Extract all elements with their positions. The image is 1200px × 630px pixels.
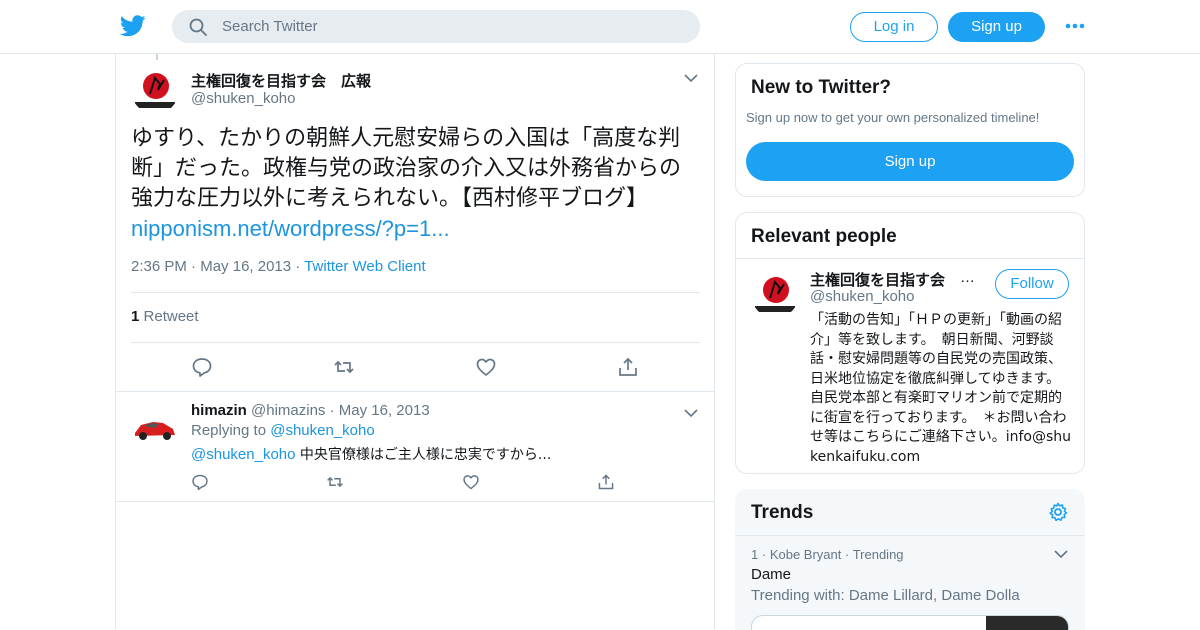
reply-date[interactable]: May 16, 2013	[339, 402, 430, 419]
person-handle[interactable]: @shuken_koho	[810, 288, 914, 305]
tweet-time[interactable]: 2:36 PM	[131, 258, 187, 275]
reply-tweet[interactable]: himazin @himazins · May 16, 2013 Replyin…	[116, 391, 714, 502]
retweet-icon[interactable]	[333, 356, 355, 378]
avatar[interactable]	[751, 270, 799, 318]
reply-author-name[interactable]: himazin	[191, 402, 247, 419]
thread-connector	[156, 54, 158, 60]
person-name[interactable]: 主権回復を目指す会	[810, 269, 980, 290]
search-input[interactable]	[222, 10, 682, 43]
tweet-body: ゆすり、たかりの朝鮮人元慰安婦らの入国は「高度な判断」だった。政権与党の政治家の…	[131, 126, 682, 211]
tweet-date[interactable]: May 16, 2013	[200, 258, 291, 275]
replying-to-label: Replying to	[191, 422, 267, 439]
trend-name[interactable]: Dame	[751, 566, 791, 583]
meta-separator: ·	[191, 258, 201, 275]
tweet-source-link[interactable]: Twitter Web Client	[304, 258, 425, 275]
chevron-down-icon[interactable]	[684, 73, 698, 83]
trend-thumbnail	[986, 616, 1068, 630]
signup-card-title: New to Twitter?	[751, 77, 892, 98]
tweet-stats[interactable]: 1 Retweet	[131, 308, 199, 325]
top-bar: Log in Sign up	[0, 0, 1200, 54]
reply-icon[interactable]	[191, 356, 213, 378]
meta-separator: ·	[844, 547, 853, 562]
trends-card: Trends 1 · Kobe Bryant · Trending Dame T…	[735, 489, 1085, 630]
red-car-icon	[131, 403, 179, 451]
retweet-count-label: Retweet	[143, 308, 199, 325]
trend-rank: 1	[751, 547, 759, 562]
search-bar	[172, 10, 700, 43]
like-icon[interactable]	[462, 473, 480, 491]
trends-title: Trends	[751, 502, 814, 523]
divider	[735, 535, 1085, 536]
more-icon[interactable]	[1064, 18, 1086, 34]
follow-button[interactable]: Follow	[995, 269, 1069, 299]
reply-body: 中央官僚様はご主人様に忠実ですから...	[299, 447, 552, 463]
retweet-icon[interactable]	[326, 473, 344, 491]
tweet-author-name[interactable]: 主権回復を目指す会 広報	[191, 70, 371, 91]
tweet-metadata: 2:36 PM · May 16, 2013 · Twitter Web Cli…	[131, 258, 426, 275]
avatar[interactable]	[131, 66, 179, 114]
gear-icon[interactable]	[1048, 502, 1068, 522]
relevant-people-title: Relevant people	[751, 226, 897, 247]
main-timeline: 主権回復を目指す会 広報 @shuken_koho ゆすり、たかりの朝鮮人元慰安…	[115, 54, 715, 630]
chevron-down-icon[interactable]	[1054, 549, 1068, 559]
replying-to-handle[interactable]: @shuken_koho	[270, 422, 374, 439]
tweet-link[interactable]: nipponism.net/wordpress/?p=1...	[131, 216, 450, 241]
divider	[131, 342, 700, 343]
share-icon[interactable]	[617, 356, 639, 378]
signup-card: New to Twitter? Sign up now to get your …	[735, 63, 1085, 197]
meta-separator: ·	[761, 547, 770, 562]
org-logo-icon	[751, 270, 799, 318]
search-icon	[189, 18, 207, 36]
trend-trending-with: Trending with: Dame Lillard, Dame Dolla	[751, 587, 1020, 604]
reply-mention[interactable]: @shuken_koho	[191, 446, 295, 463]
signup-card-button[interactable]: Sign up	[746, 142, 1074, 181]
person-name-ellipsis: …	[960, 269, 975, 286]
divider	[131, 292, 700, 293]
reply-author-handle[interactable]: @himazins	[251, 402, 325, 419]
like-icon[interactable]	[475, 356, 497, 378]
share-icon[interactable]	[597, 473, 615, 491]
trend-context: Kobe Bryant	[769, 547, 842, 562]
trend-media-card[interactable]	[751, 615, 1069, 630]
avatar[interactable]	[131, 403, 179, 451]
tweet-text: ゆすり、たかりの朝鮮人元慰安婦らの入国は「高度な判断」だった。政権与党の政治家の…	[131, 124, 701, 245]
person-bio: 「活動の告知」「ＨＰの更新」「動画の紹介」等を致します。 朝日新聞、河野談話・慰…	[810, 312, 1072, 465]
reply-text: @shuken_koho 中央官僚様はご主人様に忠実ですから...	[191, 444, 551, 464]
chevron-down-icon[interactable]	[684, 408, 698, 418]
twitter-bird-icon[interactable]	[120, 14, 146, 38]
signup-card-subtitle: Sign up now to get your own personalized…	[746, 110, 1040, 125]
tweet-author-handle[interactable]: @shuken_koho	[191, 90, 295, 107]
trend-status: Trending	[852, 547, 904, 562]
reply-icon[interactable]	[191, 473, 209, 491]
signup-button[interactable]: Sign up	[948, 12, 1045, 42]
retweet-count: 1	[131, 308, 140, 325]
relevant-people-card: Relevant people 主権回復を目指す会 … @shuken_koho…	[735, 212, 1085, 474]
login-button[interactable]: Log in	[850, 12, 938, 42]
divider	[736, 258, 1084, 259]
meta-separator: ·	[329, 402, 339, 419]
reply-header: himazin @himazins · May 16, 2013	[191, 402, 430, 419]
trend-meta: 1 · Kobe Bryant · Trending	[751, 547, 904, 562]
replying-to: Replying to @shuken_koho	[191, 422, 375, 439]
meta-separator: ·	[295, 258, 305, 275]
org-logo-icon	[131, 66, 179, 114]
